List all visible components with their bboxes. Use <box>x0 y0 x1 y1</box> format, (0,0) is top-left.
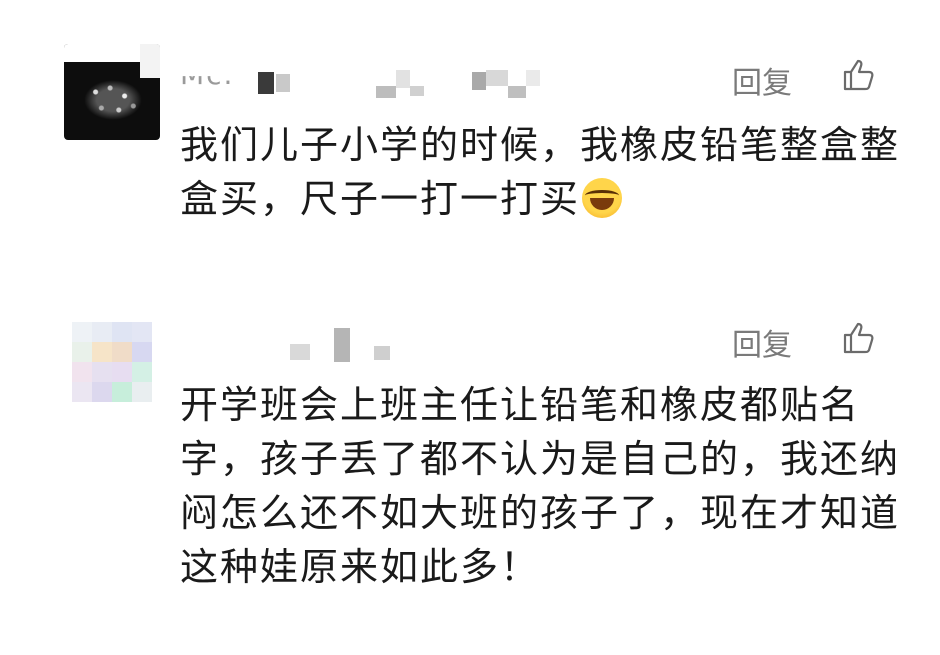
username-pixelated[interactable] <box>290 328 410 362</box>
reply-button[interactable]: 回复 <box>732 320 792 364</box>
avatar-blur-mask <box>140 44 160 78</box>
thumbs-up-icon[interactable] <box>842 58 876 92</box>
comment-text: 开学班会上班主任让铅笔和橡皮都贴名字，孩子丢了都不认为是自己的，我还纳闷怎么还不… <box>180 383 901 589</box>
avatar-image <box>84 80 142 120</box>
thumbs-up-icon[interactable] <box>842 321 876 355</box>
comment-item: Mc. 回复 我们儿子小学的时候，我橡皮铅笔整盒整盒买，尺子一打一打买 <box>0 0 940 280</box>
avatar-image <box>72 322 168 402</box>
username-text: Mc. <box>180 58 235 91</box>
comment-text: 我们儿子小学的时候，我橡皮铅笔整盒整盒买，尺子一打一打买 <box>180 123 901 221</box>
reply-button[interactable]: 回复 <box>732 58 792 102</box>
username-pixelated[interactable]: Mc. <box>180 66 560 98</box>
avatar[interactable] <box>72 322 168 418</box>
avatar[interactable] <box>64 44 160 140</box>
laughing-crying-emoji-icon <box>582 178 623 218</box>
comment-item: 回复 开学班会上班主任让铅笔和橡皮都贴名字，孩子丢了都不认为是自己的，我还纳闷怎… <box>0 300 940 630</box>
